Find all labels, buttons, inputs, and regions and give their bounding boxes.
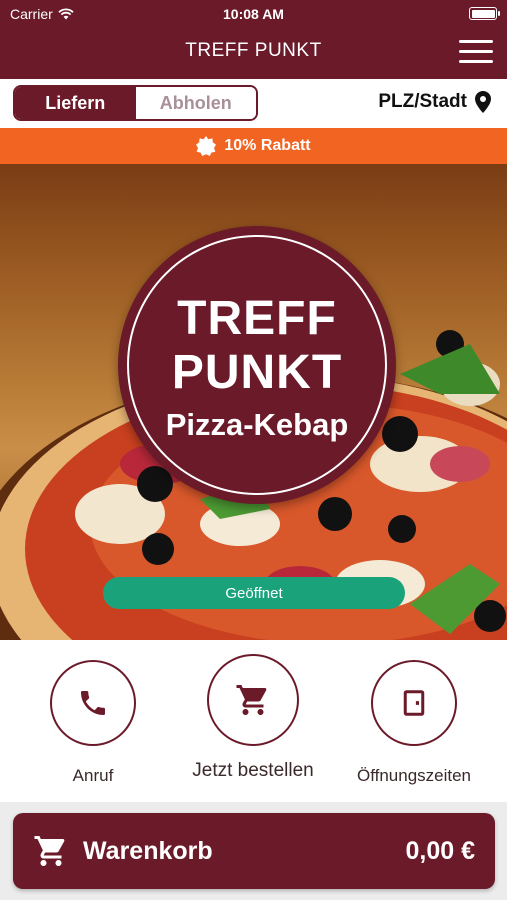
delivery-mode-bar: Liefern Abholen PLZ/Stadt (0, 79, 507, 128)
cart-total: 0,00 € (405, 836, 475, 865)
tab-liefern[interactable]: Liefern (15, 87, 136, 119)
action-row: Anruf Jetzt bestellen Öffnungszeiten (0, 640, 507, 802)
logo-line-3: Pizza-Kebap (165, 407, 349, 442)
open-status-badge: Geöffnet (103, 577, 405, 609)
door-icon (403, 690, 425, 716)
discount-banner: 10% Rabatt (0, 128, 507, 164)
cart-icon (34, 836, 65, 866)
battery-icon (469, 7, 500, 20)
opening-hours-button[interactable]: Öffnungszeiten (334, 660, 494, 786)
order-now-label: Jetzt bestellen (192, 760, 314, 781)
call-button[interactable]: Anruf (13, 660, 173, 786)
cart-label: Warenkorb (83, 836, 213, 865)
call-label: Anruf (72, 766, 114, 785)
logo-line-2: PUNKT (171, 346, 343, 399)
delivery-mode-toggle: Liefern Abholen (13, 85, 258, 121)
restaurant-logo: TREFF PUNKT Pizza-Kebap (118, 226, 396, 504)
location-label: PLZ/Stadt (378, 91, 467, 112)
opening-hours-label: Öffnungszeiten (356, 766, 472, 785)
cart-button[interactable]: Warenkorb 0,00 € (13, 813, 495, 889)
location-pin-icon (475, 91, 491, 113)
discount-text: 10% Rabatt (224, 137, 311, 154)
top-bar: Carrier 10:08 AM TREFF PUNKT (0, 0, 507, 79)
phone-icon (81, 691, 105, 715)
hero-image: TREFF PUNKT Pizza-Kebap Geöffnet (0, 164, 507, 640)
page-title: TREFF PUNKT (185, 40, 322, 61)
logo-line-1: TREFF (177, 292, 337, 345)
badge-icon (196, 136, 217, 156)
tab-abholen[interactable]: Abholen (135, 87, 256, 119)
cart-icon (236, 685, 267, 715)
status-time: 10:08 AM (223, 6, 284, 22)
order-now-button[interactable]: Jetzt bestellen (173, 654, 333, 782)
location-button[interactable]: PLZ/Stadt (378, 91, 491, 113)
status-bar: Carrier 10:08 AM (0, 5, 507, 25)
menu-icon[interactable] (459, 40, 493, 64)
